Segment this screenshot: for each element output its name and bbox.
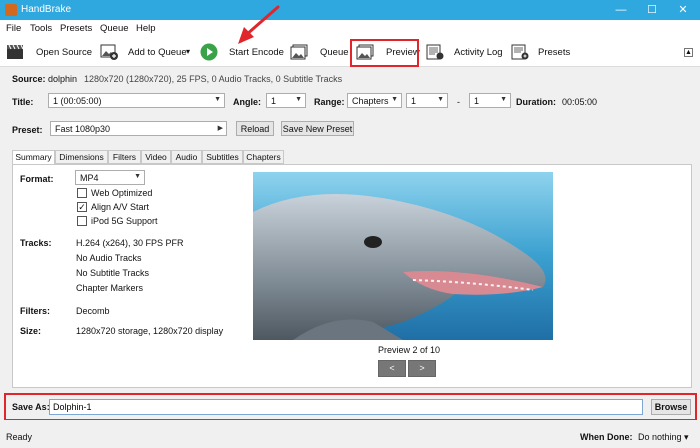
save-new-preset-button[interactable]: Save New Preset xyxy=(281,121,354,136)
chevron-down-icon: ▼ xyxy=(437,96,444,103)
filters-value: Decomb xyxy=(76,306,110,316)
play-icon xyxy=(200,43,218,61)
checkmark-icon: ✓ xyxy=(78,202,86,212)
web-optimized-label: Web Optimized xyxy=(91,188,153,198)
ipod-label: iPod 5G Support xyxy=(91,216,158,226)
ipod-checkbox[interactable] xyxy=(77,216,87,226)
track-item: Chapter Markers xyxy=(76,283,144,293)
track-item: No Audio Tracks xyxy=(76,253,142,263)
toolbar-overflow-button[interactable]: ▲ xyxy=(684,48,693,57)
queue-label: Queue xyxy=(320,47,349,58)
format-label: Format: xyxy=(20,174,54,184)
angle-label: Angle: xyxy=(233,97,261,107)
title-label: Title: xyxy=(12,97,34,107)
chevron-down-icon: ▼ xyxy=(391,96,398,103)
format-select-value: MP4 xyxy=(80,173,99,183)
range-start-select[interactable]: 1 ▼ xyxy=(406,93,448,108)
track-item: H.264 (x264), 30 FPS PFR xyxy=(76,238,184,248)
range-label: Range: xyxy=(314,97,345,107)
tab-chapters[interactable]: Chapters xyxy=(243,150,284,164)
menu-file[interactable]: File xyxy=(6,23,21,34)
presets-icon xyxy=(511,44,529,60)
tracks-label: Tracks: xyxy=(20,238,52,248)
presets-label: Presets xyxy=(538,47,571,58)
web-optimized-checkbox[interactable] xyxy=(77,188,87,198)
source-name: dolphin xyxy=(48,74,78,84)
when-done-select[interactable]: Do nothing ▾ xyxy=(638,432,689,443)
start-encode-label: Start Encode xyxy=(229,47,284,58)
add-image-icon xyxy=(100,44,118,60)
size-value: 1280x720 storage, 1280x720 display xyxy=(76,326,224,336)
preset-select-value: Fast 1080p30 xyxy=(55,124,111,134)
preset-select[interactable]: Fast 1080p30 ▶ xyxy=(50,121,227,136)
add-to-queue-dropdown-icon[interactable]: ▾ xyxy=(186,47,190,56)
window-title: HandBrake xyxy=(21,4,72,15)
title-select[interactable]: 1 (00:05:00) ▼ xyxy=(48,93,225,108)
dolphin-image xyxy=(253,172,553,340)
status-bar: Ready When Done: Do nothing ▾ xyxy=(0,420,700,448)
angle-select[interactable]: 1 ▼ xyxy=(266,93,306,108)
activity-log-icon xyxy=(426,44,444,60)
range-separator: - xyxy=(457,97,460,107)
tab-audio[interactable]: Audio xyxy=(171,150,202,164)
open-source-label: Open Source xyxy=(36,47,92,58)
film-clapper-icon xyxy=(7,44,24,59)
activity-log-label: Activity Log xyxy=(454,47,503,58)
tab-filters[interactable]: Filters xyxy=(108,150,141,164)
save-as-highlight-box xyxy=(4,393,697,421)
handbrake-logo-icon xyxy=(5,4,17,16)
chevron-down-icon: ▼ xyxy=(500,96,507,103)
range-type-value: Chapters xyxy=(352,96,389,106)
menu-tools[interactable]: Tools xyxy=(30,23,52,34)
align-av-label: Align A/V Start xyxy=(91,202,150,212)
minimize-button[interactable]: — xyxy=(606,0,636,20)
duration-label: Duration: xyxy=(516,97,556,107)
next-preview-button[interactable]: > xyxy=(408,360,436,377)
tab-dimensions[interactable]: Dimensions xyxy=(55,150,108,164)
menu-queue[interactable]: Queue xyxy=(100,23,129,34)
tab-summary[interactable]: Summary xyxy=(12,150,55,165)
range-type-select[interactable]: Chapters ▼ xyxy=(347,93,402,108)
chevron-right-icon: ▶ xyxy=(217,125,223,132)
range-end-select[interactable]: 1 ▼ xyxy=(469,93,511,108)
range-end-value: 1 xyxy=(474,96,480,106)
previous-preview-button[interactable]: < xyxy=(378,360,406,377)
angle-select-value: 1 xyxy=(271,96,277,106)
title-bar: HandBrake — ☐ ✕ xyxy=(0,0,700,20)
source-label: Source: xyxy=(12,74,46,84)
title-select-value: 1 (00:05:00) xyxy=(53,96,102,106)
close-button[interactable]: ✕ xyxy=(668,0,698,20)
preview-highlight-box xyxy=(350,39,419,67)
preview-image xyxy=(253,172,553,340)
track-item: No Subtitle Tracks xyxy=(76,268,150,278)
queue-icon xyxy=(290,44,308,60)
maximize-button[interactable]: ☐ xyxy=(637,0,667,20)
arrow-annotation-icon xyxy=(238,5,280,44)
filters-label: Filters: xyxy=(20,306,51,316)
tab-video[interactable]: Video xyxy=(141,150,171,164)
reload-button[interactable]: Reload xyxy=(236,121,274,136)
menu-presets[interactable]: Presets xyxy=(60,23,92,34)
size-label: Size: xyxy=(20,326,42,336)
chevron-down-icon: ▼ xyxy=(214,96,221,103)
preview-caption: Preview 2 of 10 xyxy=(378,345,441,355)
add-to-queue-label: Add to Queue xyxy=(128,47,187,58)
align-av-checkbox[interactable]: ✓ xyxy=(77,202,87,212)
source-details: 1280x720 (1280x720), 25 FPS, 0 Audio Tra… xyxy=(84,74,343,84)
chevron-down-icon: ▼ xyxy=(134,173,141,180)
when-done-label: When Done: xyxy=(580,432,633,442)
status-text: Ready xyxy=(6,432,33,442)
tab-subtitles[interactable]: Subtitles xyxy=(202,150,243,164)
format-select[interactable]: MP4 ▼ xyxy=(75,170,145,185)
menu-help[interactable]: Help xyxy=(136,23,156,34)
duration-value: 00:05:00 xyxy=(562,97,598,107)
preset-label: Preset: xyxy=(12,125,43,135)
menu-bar: File Tools Presets Queue Help xyxy=(0,20,700,38)
range-start-value: 1 xyxy=(411,96,417,106)
chevron-down-icon: ▼ xyxy=(295,96,302,103)
